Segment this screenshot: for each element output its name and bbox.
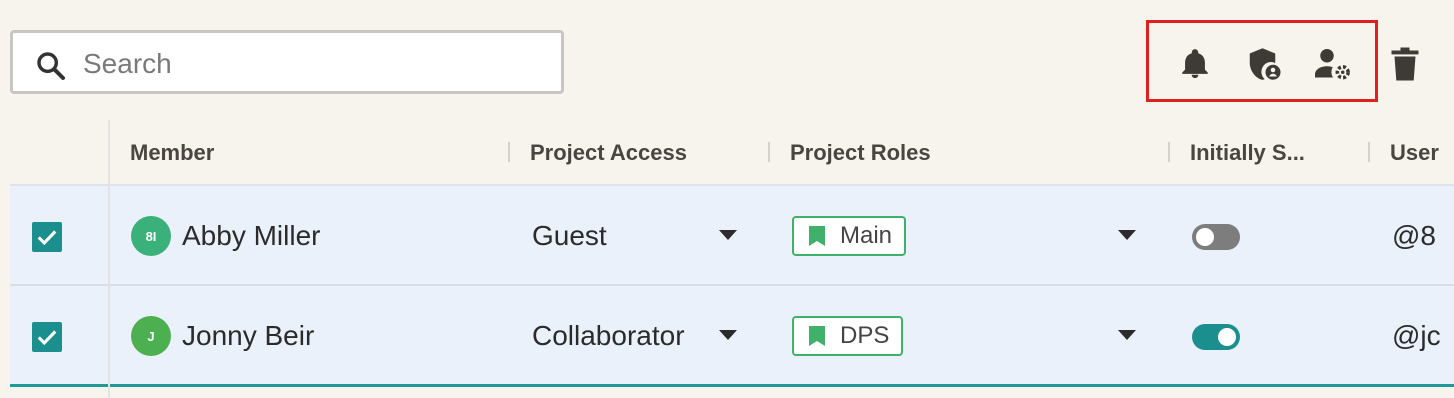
chevron-down-icon[interactable] [1117, 329, 1137, 341]
search-icon [37, 52, 65, 80]
notifications-button[interactable] [1175, 44, 1215, 84]
access-value[interactable]: Collaborator [532, 320, 685, 352]
username: @8 [1392, 220, 1436, 251]
column-divider[interactable] [1368, 142, 1370, 162]
search-input[interactable] [81, 43, 555, 85]
column-divider[interactable] [508, 142, 510, 162]
delete-button[interactable] [1385, 44, 1425, 84]
table-row[interactable]: 8I Abby Miller Guest Main @8 [10, 186, 1454, 286]
user-settings-button[interactable] [1313, 44, 1353, 84]
chevron-down-icon[interactable] [718, 329, 738, 341]
table-row[interactable]: J Jonny Beir Collaborator DPS @jc [10, 286, 1454, 387]
column-divider[interactable] [768, 142, 770, 162]
toggle-knob [1196, 228, 1214, 246]
bookmark-icon [809, 326, 825, 346]
user-settings-icon [1315, 49, 1350, 80]
permissions-button[interactable] [1244, 44, 1284, 84]
search-box[interactable] [10, 30, 564, 94]
role-tag[interactable]: DPS [792, 316, 904, 356]
table-header: Member Project Access Project Roles Init… [10, 120, 1454, 186]
role-label: DPS [840, 322, 890, 349]
row-checkbox[interactable] [32, 322, 62, 352]
check-icon [37, 330, 57, 346]
member-name: Jonny Beir [182, 320, 315, 351]
header-member[interactable]: Member [130, 140, 214, 166]
username: @jc [1392, 320, 1441, 351]
initially-selected-toggle[interactable] [1192, 324, 1240, 350]
row-checkbox[interactable] [32, 222, 62, 252]
avatar: J [131, 316, 171, 356]
column-divider [108, 120, 110, 398]
bookmark-icon [809, 226, 825, 246]
header-project-roles[interactable]: Project Roles [790, 140, 931, 166]
role-tag[interactable]: Main [792, 216, 907, 256]
members-table: Member Project Access Project Roles Init… [10, 120, 1454, 398]
header-user[interactable]: User [1390, 140, 1439, 166]
avatar: 8I [131, 216, 171, 256]
member-name: Abby Miller [182, 220, 321, 251]
trash-icon [1391, 47, 1419, 81]
toggle-knob [1218, 328, 1236, 346]
column-divider[interactable] [1168, 142, 1170, 162]
chevron-down-icon[interactable] [718, 229, 738, 241]
chevron-down-icon[interactable] [1117, 229, 1137, 241]
role-label: Main [840, 222, 893, 249]
header-initially-selected[interactable]: Initially S... [1190, 140, 1305, 166]
header-project-access[interactable]: Project Access [530, 140, 687, 166]
initially-selected-toggle[interactable] [1192, 224, 1240, 250]
shield-account-icon [1249, 48, 1281, 80]
check-icon [37, 230, 57, 246]
bell-icon [1182, 49, 1208, 79]
access-value[interactable]: Guest [532, 220, 607, 252]
